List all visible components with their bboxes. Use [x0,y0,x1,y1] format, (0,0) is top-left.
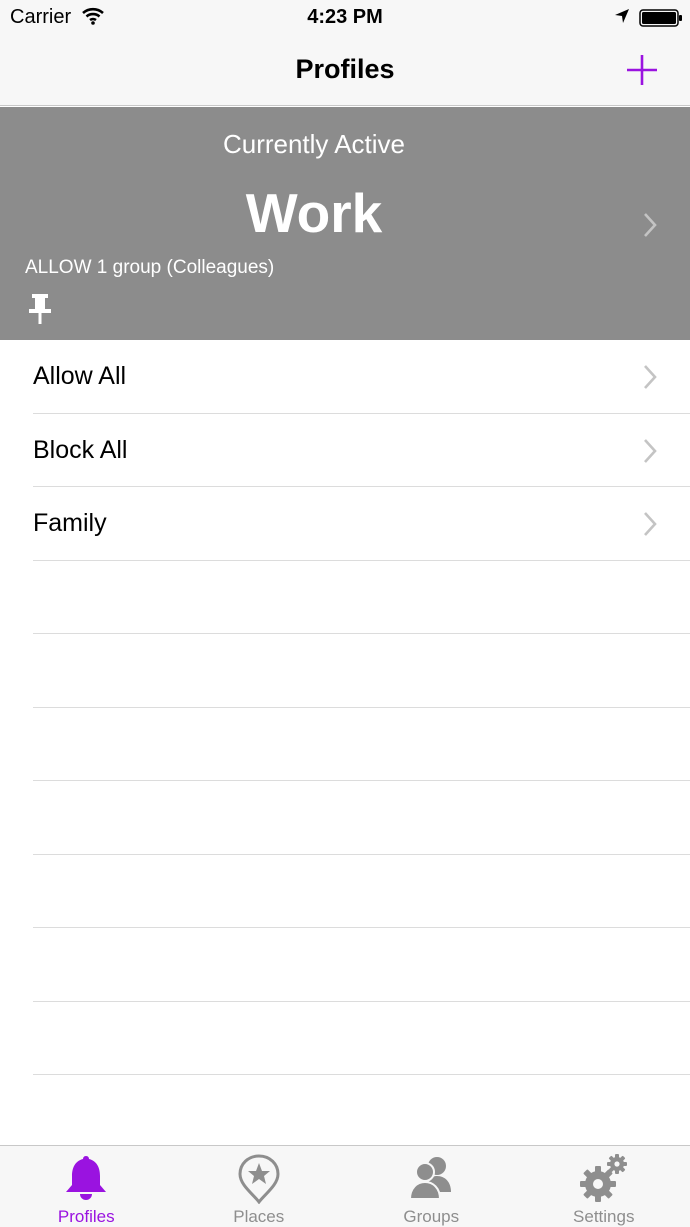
active-profile-rule: ALLOW 1 group (Colleagues) [25,257,275,278]
tab-groups[interactable]: Groups [345,1146,518,1227]
empty-row [0,855,690,929]
chevron-right-icon [644,213,657,237]
add-profile-button[interactable] [622,50,662,90]
status-bar: Carrier 4:23 PM [0,0,690,36]
tab-label: Profiles [57,1207,115,1226]
empty-row [0,708,690,782]
tab-label: Places [233,1207,285,1226]
list-item-block-all[interactable]: Block All [0,414,690,488]
tab-places[interactable]: Places [173,1146,346,1227]
navigation-bar: Profiles [0,36,690,106]
page-title: Profiles [295,54,395,84]
empty-row [0,1002,690,1076]
list-item-family[interactable]: Family [0,487,690,561]
chevron-right-icon [644,365,657,389]
active-profile-name: Work [245,182,383,244]
pin-icon [29,294,51,324]
empty-row [0,781,690,855]
list-item-label: Allow All [33,362,127,390]
gears-icon [579,1154,627,1202]
empty-row [0,561,690,635]
empty-row [0,928,690,1002]
tab-bar: Profiles Places Groups Settings [0,1145,690,1227]
group-icon [409,1157,452,1200]
list-item-label: Block All [33,435,128,464]
tab-label: Settings [573,1207,635,1226]
location-arrow-icon [615,9,629,23]
profile-list: Allow All Block All Family [0,340,690,1075]
place-star-icon [238,1154,280,1204]
chevron-right-icon [644,438,657,463]
active-profile-banner[interactable]: Currently Active Work ALLOW 1 group (Col… [0,107,690,340]
empty-row [0,634,690,708]
chevron-right-icon [644,512,657,536]
tab-profiles[interactable]: Profiles [0,1146,173,1227]
tab-label: Groups [403,1207,460,1226]
battery-icon [639,9,682,27]
list-item-label: Family [33,509,107,537]
tab-settings[interactable]: Settings [518,1146,690,1227]
status-time: 4:23 PM [307,6,383,28]
active-profile-caption: Currently Active [222,129,406,159]
bell-icon [66,1156,107,1200]
list-item-allow-all[interactable]: Allow All [0,340,690,414]
